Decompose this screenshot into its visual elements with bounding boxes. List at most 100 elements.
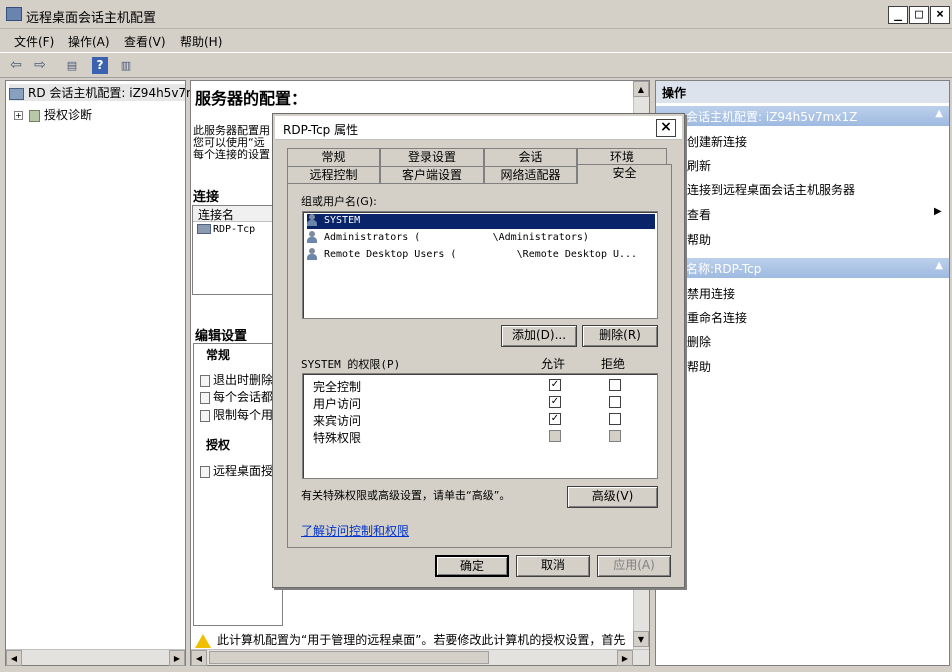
maximize-button[interactable]: □ xyxy=(909,6,929,24)
permission-row: 特殊权限 xyxy=(313,431,362,445)
collapse-icon[interactable]: ▲ xyxy=(935,260,943,271)
properties-icon[interactable]: ▥ xyxy=(116,56,136,76)
toolbar: ⇦ ⇨ ▤ ? ▥ xyxy=(0,52,952,78)
doc-icon xyxy=(200,409,210,422)
scroll-right-icon[interactable]: ▶ xyxy=(617,650,633,666)
tab-network-adapter[interactable]: 网络适配器 xyxy=(484,166,577,184)
dialog-title-bar: RDP-Tcp 属性 × xyxy=(275,116,682,140)
doc-icon xyxy=(200,391,210,404)
deny-checkbox[interactable] xyxy=(609,379,621,391)
scroll-right-icon[interactable]: ▶ xyxy=(169,650,185,666)
tree-root[interactable]: RD 会话主机配置: iZ94h5v7mx1Z xyxy=(9,84,221,101)
network-icon xyxy=(197,224,211,234)
deny-checkbox xyxy=(609,430,621,442)
tab-logon-settings[interactable]: 登录设置 xyxy=(380,148,484,166)
deny-column-header: 拒绝 xyxy=(601,357,626,371)
action-delete[interactable]: 删除 xyxy=(687,333,711,350)
user-group-icon xyxy=(307,231,321,243)
general-label: 常规 xyxy=(206,348,231,362)
setting-item[interactable]: 限制每个用 xyxy=(200,406,273,423)
licensing-label: 授权 xyxy=(206,438,231,452)
action-rename-connection[interactable]: 重命名连接 xyxy=(687,309,747,326)
page-title: 服务器的配置： xyxy=(195,89,308,108)
menu-view[interactable]: 查看(V) xyxy=(124,33,166,50)
scroll-thumb[interactable] xyxy=(209,651,489,664)
submenu-arrow-icon: ▶ xyxy=(934,206,942,217)
actions-section-connection[interactable]: 名称:RDP-Tcp ▲ xyxy=(656,258,949,278)
action-refresh[interactable]: 刷新 xyxy=(687,157,711,174)
forward-arrow-icon[interactable]: ⇨ xyxy=(30,56,50,76)
tree-pane: RD 会话主机配置: iZ94h5v7mx1Z + 授权诊断 ◀ ▶ xyxy=(5,80,221,666)
server-icon xyxy=(9,87,24,100)
scroll-left-icon[interactable]: ◀ xyxy=(191,650,207,666)
show-tree-icon[interactable]: ▤ xyxy=(62,56,82,76)
collapse-icon[interactable]: ▲ xyxy=(935,108,943,119)
setting-item[interactable]: 退出时删除 xyxy=(200,371,273,388)
remove-button[interactable]: 删除(R) xyxy=(582,325,658,347)
actions-section-server[interactable]: 会话主机配置: iZ94h5v7mx1Z ▲ xyxy=(656,106,949,126)
menu-help[interactable]: 帮助(H) xyxy=(180,33,222,50)
tab-remote-control[interactable]: 远程控制 xyxy=(287,166,380,184)
action-help-2[interactable]: 帮助 xyxy=(687,358,711,375)
close-button[interactable]: × xyxy=(930,6,950,24)
user-list[interactable]: SYSTEM Administrators ( \Administrators)… xyxy=(302,211,658,319)
menu-action[interactable]: 操作(A) xyxy=(68,33,110,50)
action-help[interactable]: 帮助 xyxy=(687,231,711,248)
minimize-button[interactable]: _ xyxy=(888,6,908,24)
user-item-system[interactable]: SYSTEM xyxy=(307,214,655,229)
center-hscrollbar[interactable]: ◀ ▶ xyxy=(191,649,649,666)
back-arrow-icon[interactable]: ⇦ xyxy=(6,56,26,76)
connection-item[interactable]: RDP-Tcp xyxy=(193,222,281,235)
app-icon xyxy=(6,7,22,21)
tab-security[interactable]: 安全 xyxy=(577,164,672,184)
apply-button[interactable]: 应用(A) xyxy=(597,555,671,577)
connection-name-header[interactable]: 连接名 xyxy=(193,206,281,222)
window-title: 远程桌面会话主机配置 xyxy=(26,11,157,26)
action-create-connection[interactable]: 创建新连接 xyxy=(687,133,747,150)
action-view[interactable]: 查看 xyxy=(687,206,711,223)
allow-checkbox[interactable]: ✓ xyxy=(549,396,561,408)
properties-dialog: RDP-Tcp 属性 × 常规 登录设置 会话 环境 远程控制 客户端设置 网络… xyxy=(272,113,685,588)
menu-bar: 文件(F) 操作(A) 查看(V) 帮助(H) xyxy=(0,29,952,51)
help-icon[interactable]: ? xyxy=(92,57,108,74)
tree-item-licensing[interactable]: + 授权诊断 xyxy=(14,106,92,123)
scroll-left-icon[interactable]: ◀ xyxy=(6,650,22,666)
setting-item[interactable]: 每个会话都 xyxy=(200,388,273,405)
setting-item[interactable]: 远程桌面授 xyxy=(200,462,273,479)
learn-access-control-link[interactable]: 了解访问控制和权限 xyxy=(301,522,409,539)
permissions-label: SYSTEM 的权限(P) xyxy=(301,358,401,371)
add-button[interactable]: 添加(D)... xyxy=(501,325,577,347)
deny-checkbox[interactable] xyxy=(609,396,621,408)
action-connect-server[interactable]: 连接到远程桌面会话主机服务器 xyxy=(687,181,855,198)
tree-hscrollbar[interactable]: ◀ ▶ xyxy=(6,649,185,666)
cancel-button[interactable]: 取消 xyxy=(516,555,590,577)
permission-row: 完全控制 xyxy=(313,380,362,394)
title-bar: 远程桌面会话主机配置 _ □ × xyxy=(0,0,952,29)
action-disable-connection[interactable]: 禁用连接 xyxy=(687,285,735,302)
scroll-up-icon[interactable]: ▲ xyxy=(633,81,649,97)
diagnostic-icon xyxy=(29,109,40,122)
deny-checkbox[interactable] xyxy=(609,413,621,425)
allow-checkbox[interactable]: ✓ xyxy=(549,413,561,425)
dialog-close-button[interactable]: × xyxy=(656,119,676,137)
description: 此服务器配置用 您可以使用“远 每个连接的设置 xyxy=(193,124,270,161)
user-group-icon xyxy=(307,248,321,260)
tab-general[interactable]: 常规 xyxy=(287,148,380,166)
expand-icon[interactable]: + xyxy=(14,111,23,120)
permission-row: 用户访问 xyxy=(313,397,362,411)
user-item-administrators[interactable]: Administrators ( \Administrators) xyxy=(307,231,589,245)
permission-row: 来宾访问 xyxy=(313,414,362,428)
menu-file[interactable]: 文件(F) xyxy=(14,33,54,50)
allow-checkbox[interactable]: ✓ xyxy=(549,379,561,391)
permissions-list: 完全控制 ✓ 用户访问 ✓ 来宾访问 ✓ 特殊权限 xyxy=(302,373,658,479)
advanced-button[interactable]: 高级(V) xyxy=(567,486,658,508)
security-tab-panel: 组或用户名(G): SYSTEM Administrators ( \Admin… xyxy=(287,183,672,548)
tab-sessions[interactable]: 会话 xyxy=(484,148,577,166)
ok-button[interactable]: 确定 xyxy=(435,555,509,577)
edit-settings-label: 编辑设置 xyxy=(195,329,248,344)
warning-icon xyxy=(195,633,211,648)
user-item-remote-desktop-users[interactable]: Remote Desktop Users ( \Remote Desktop U… xyxy=(307,248,637,262)
scroll-down-icon[interactable]: ▼ xyxy=(633,631,649,647)
doc-icon xyxy=(200,374,210,387)
tab-client-settings[interactable]: 客户端设置 xyxy=(380,166,484,184)
